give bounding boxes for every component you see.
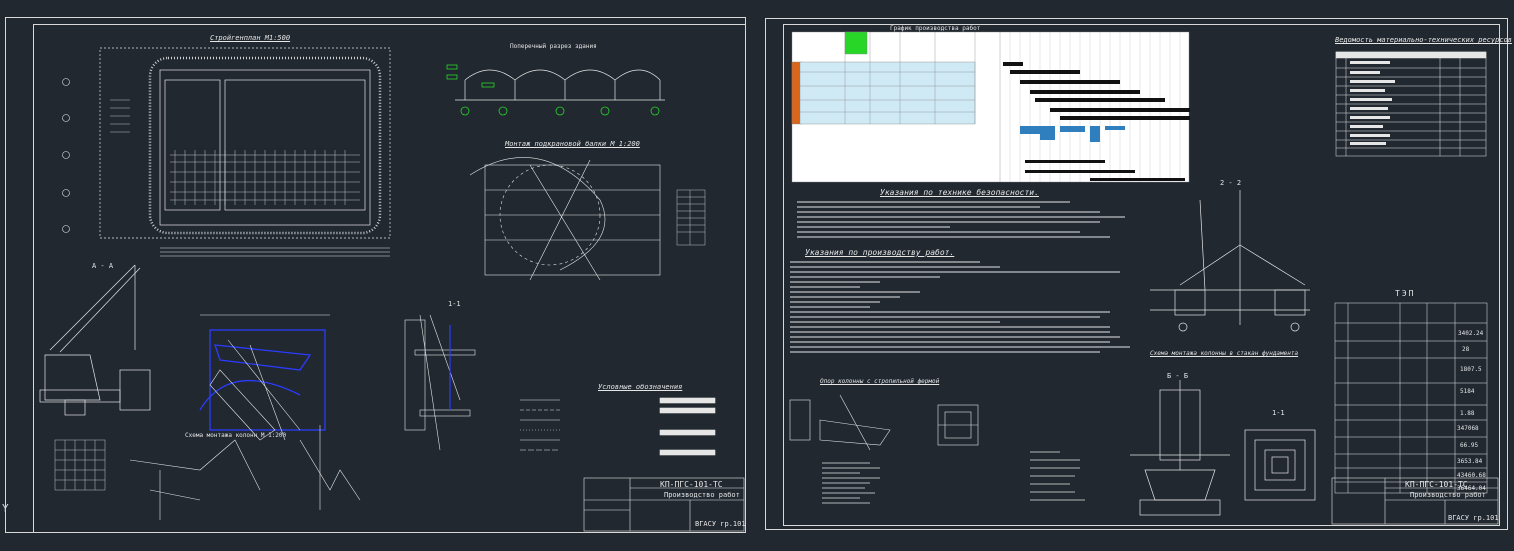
tep-row-10-value: 36464.04 [1457, 485, 1486, 492]
drawing-canvas [39, 31, 1499, 532]
schedule-table [791, 31, 1190, 183]
site-plan-title: Стройгенплан М1:500 [210, 34, 291, 42]
section-22 [1150, 190, 1310, 332]
left-stamp-title: Производство работ [664, 491, 740, 499]
schedule-title: График производства работ [890, 25, 981, 32]
column-scheme-title: Схема монтажа колонн М 1:200 [185, 432, 287, 439]
frame-section [455, 69, 665, 101]
crane-scheme-title: Монтаж подкрановой балки М 1:200 [505, 140, 640, 148]
tep-row-5-value: 1.88 [1460, 410, 1475, 417]
left-small-grid [54, 439, 106, 491]
site-plan-columns [174, 150, 346, 205]
column-detail-title: Опор колонны с стропильной фермой [820, 378, 940, 385]
column-scheme-dims [200, 314, 330, 441]
crane-drawing [39, 264, 151, 416]
tep-row-9-value: 43460.68 [1457, 472, 1486, 479]
section-label-aa: А - А [92, 262, 114, 270]
ucs-axis-icon: Y [2, 502, 9, 515]
section-bb-label: Б - Б [1167, 372, 1189, 380]
tep-row-3-value: 1807.5 [1460, 366, 1482, 373]
left-stamp-code: КП-ПГС-101-ТС [660, 480, 723, 489]
tep-title: ТЭП [1395, 289, 1416, 298]
resources-fill [1350, 61, 1395, 145]
site-plan [99, 47, 391, 239]
column-detail [789, 394, 979, 451]
site-plan-axis-bubbles [62, 78, 70, 233]
left-stamp-group: ВГАСУ гр.101 [695, 520, 746, 528]
safety-text [797, 201, 1125, 238]
site-plan-hatch [110, 99, 130, 133]
legend-title: Условные обозначения [598, 383, 683, 391]
safety-title: Указания по технике безопасности. [880, 188, 1039, 197]
column-scheme-title-right: Схема монтажа колонны в стакан фундамент… [1150, 350, 1299, 357]
tep-row-2-value: 28 [1462, 346, 1470, 353]
crane-scheme [469, 157, 661, 281]
column-scheme [199, 329, 326, 431]
tep-row-7-value: 66.95 [1460, 442, 1479, 449]
tep-row-1-value: 3402.24 [1458, 330, 1484, 337]
resources-table [1335, 51, 1487, 157]
legend [520, 397, 716, 456]
section-label-11: 1-1 [448, 300, 461, 308]
resources-title: Ведомость материально-технических ресурс… [1335, 36, 1513, 44]
tep-row-8-value: 3653.84 [1457, 458, 1483, 465]
section-bb [1130, 380, 1230, 516]
detail-legend-lines [822, 451, 1085, 504]
right-stamp-group: ВГАСУ гр.101 [1448, 514, 1499, 522]
section-11-left [404, 314, 476, 451]
site-plan-bottom-axis [160, 247, 390, 257]
left-small-table [676, 189, 706, 246]
section-11-right [1244, 429, 1316, 501]
production-text [790, 261, 1130, 353]
tep-row-4-value: 5184 [1460, 388, 1475, 395]
lower-detail [129, 425, 361, 520]
section-22-label: 2 - 2 [1220, 179, 1242, 187]
production-title: Указания по производству работ. [805, 248, 955, 257]
section-11-right-label: 1-1 [1272, 409, 1285, 417]
right-stamp-title: Производство работ [1410, 491, 1486, 499]
frame-title: Поперечный разрез здания [510, 43, 597, 50]
tep-row-6-value: 347068 [1457, 425, 1479, 432]
